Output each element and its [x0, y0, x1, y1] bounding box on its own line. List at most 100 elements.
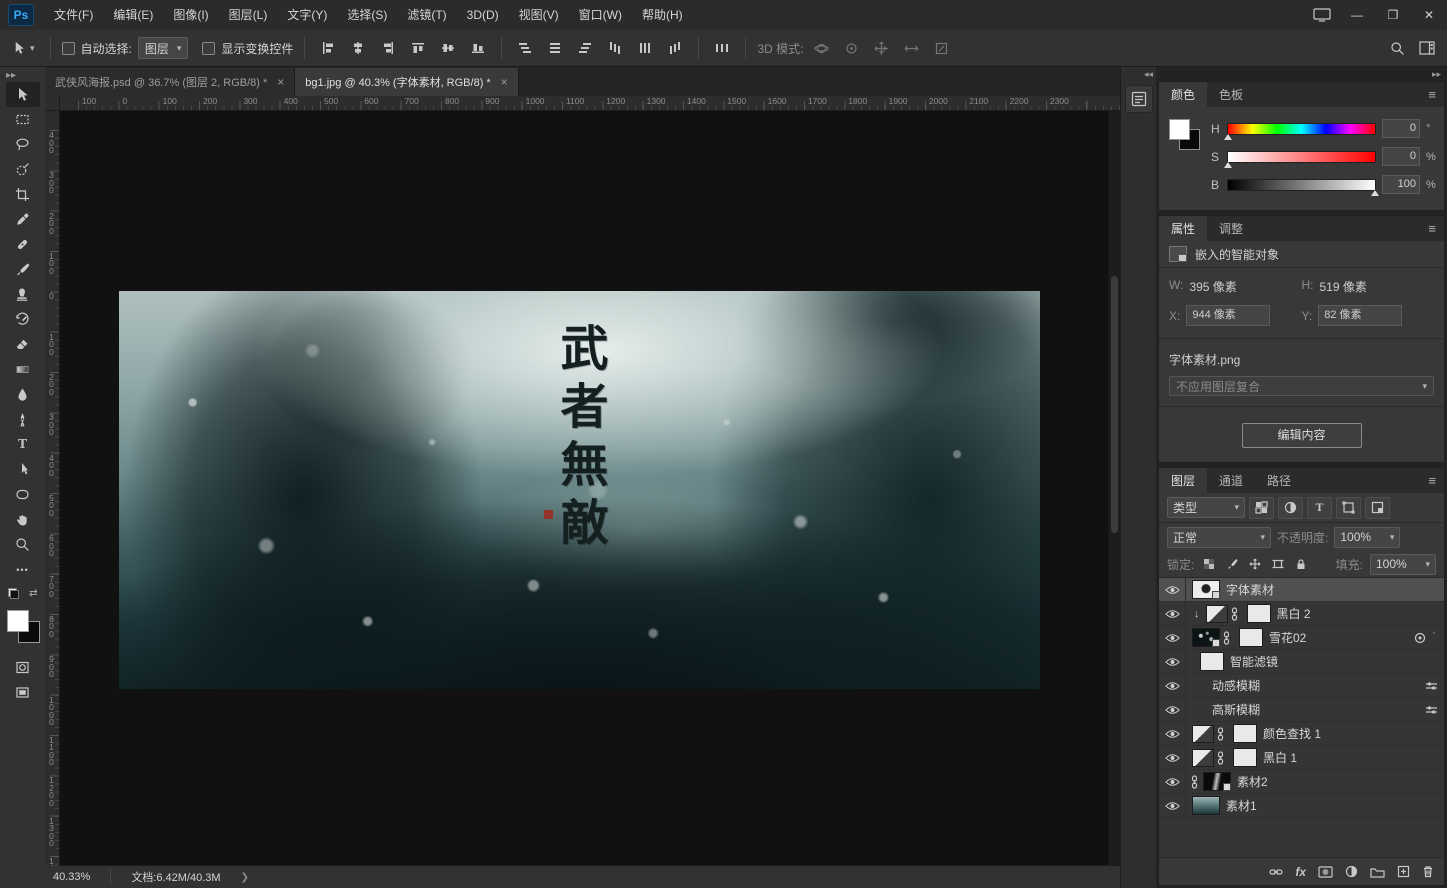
pen-tool[interactable]: [6, 407, 40, 432]
tab-properties[interactable]: 属性: [1159, 216, 1207, 241]
y-input[interactable]: 82 像素: [1318, 305, 1402, 326]
delete-layer-button[interactable]: [1422, 865, 1434, 878]
menu-help[interactable]: 帮助(H): [632, 0, 693, 30]
3d-roll-button[interactable]: [839, 36, 863, 60]
status-chevron-icon[interactable]: ❯: [241, 872, 249, 883]
app-frame-icon[interactable]: [1305, 0, 1339, 30]
x-input[interactable]: 944 像素: [1186, 305, 1270, 326]
layer-name[interactable]: 素材2: [1237, 773, 1268, 790]
layer-row-material-2[interactable]: 素材2: [1159, 770, 1444, 794]
tab-swatches[interactable]: 色板: [1207, 82, 1255, 107]
3d-rotate-button[interactable]: [809, 36, 833, 60]
layer-row-material-1[interactable]: 素材1: [1159, 794, 1444, 818]
3d-scale-button[interactable]: [929, 36, 953, 60]
layer-name[interactable]: 雪花02: [1269, 629, 1306, 646]
expand-dock-icon[interactable]: ▸▸: [1432, 69, 1441, 80]
quick-mask-button[interactable]: [6, 655, 40, 680]
layer-row-color-lookup-1[interactable]: 颜色查找 1: [1159, 722, 1444, 746]
window-minimize-button[interactable]: —: [1339, 0, 1375, 30]
menu-filter[interactable]: 滤镜(T): [397, 0, 456, 30]
clone-stamp-tool[interactable]: [6, 282, 40, 307]
layer-row-font-material[interactable]: 字体素材: [1159, 578, 1444, 602]
layer-name[interactable]: 字体素材: [1226, 581, 1274, 598]
filter-type-layers-button[interactable]: T: [1307, 497, 1332, 519]
auto-select-dropdown[interactable]: 图层 ▾: [138, 37, 189, 59]
panel-menu-icon[interactable]: ≡: [1420, 82, 1444, 107]
visibility-toggle[interactable]: [1159, 770, 1186, 793]
adjustment-thumbnail[interactable]: [1192, 749, 1214, 767]
align-middle-button[interactable]: [436, 36, 460, 60]
brightness-value[interactable]: 100: [1382, 175, 1420, 194]
brightness-slider[interactable]: [1227, 179, 1376, 191]
gradient-tool[interactable]: [6, 357, 40, 382]
layer-row-snow-02[interactable]: 雪花02 ＾: [1159, 626, 1444, 650]
smart-filters-header-row[interactable]: 智能滤镜: [1159, 650, 1444, 674]
align-right-button[interactable]: [376, 36, 400, 60]
layer-mask-thumbnail[interactable]: [1247, 604, 1271, 623]
distribute-middle-button[interactable]: [543, 36, 567, 60]
menu-view[interactable]: 视图(V): [509, 0, 569, 30]
visibility-toggle[interactable]: [1159, 650, 1186, 673]
document-tab-inactive[interactable]: 武侠风海报.psd @ 36.7% (图层 2, RGB/8) * ×: [45, 68, 295, 96]
canvas-image[interactable]: 武者無敵: [119, 291, 1040, 689]
filter-name[interactable]: 动感模糊: [1212, 677, 1260, 694]
window-close-button[interactable]: ✕: [1411, 0, 1447, 30]
saturation-value[interactable]: 0: [1382, 147, 1420, 166]
layer-name[interactable]: 黑白 1: [1263, 749, 1297, 766]
adjustment-thumbnail[interactable]: [1192, 725, 1214, 743]
history-brush-tool[interactable]: [6, 307, 40, 332]
brush-tool[interactable]: [6, 257, 40, 282]
layer-thumbnail[interactable]: [1203, 772, 1231, 791]
menu-window[interactable]: 窗口(W): [569, 0, 632, 30]
filter-name[interactable]: 高斯模糊: [1212, 701, 1260, 718]
visibility-toggle[interactable]: [1159, 698, 1186, 721]
visibility-toggle[interactable]: [1159, 626, 1186, 649]
visibility-toggle[interactable]: [1159, 746, 1186, 769]
layer-style-button[interactable]: fx: [1295, 865, 1306, 879]
search-button[interactable]: [1385, 36, 1409, 60]
tab-channels[interactable]: 通道: [1207, 468, 1255, 493]
slider-thumb[interactable]: [1224, 134, 1232, 140]
scrollbar-thumb[interactable]: [1111, 276, 1118, 533]
panel-menu-icon[interactable]: ≡: [1420, 216, 1444, 241]
blend-mode-dropdown[interactable]: 正常 ▾: [1167, 527, 1271, 548]
toolbar-expand-button[interactable]: ▸▸: [0, 69, 22, 82]
app-logo[interactable]: Ps: [8, 4, 34, 26]
screen-mode-button[interactable]: [6, 680, 40, 705]
swap-colors-button[interactable]: ⇄: [29, 588, 37, 599]
document-tab-active[interactable]: bg1.jpg @ 40.3% (字体素材, RGB/8) * ×: [295, 68, 518, 96]
lock-transparency-button[interactable]: [1201, 556, 1217, 572]
tab-adjustments[interactable]: 调整: [1207, 216, 1255, 241]
distribute-right-button[interactable]: [663, 36, 687, 60]
tab-paths[interactable]: 路径: [1255, 468, 1303, 493]
adjustment-thumbnail[interactable]: [1206, 605, 1228, 623]
layer-comp-dropdown[interactable]: 不应用图层复合 ▾: [1169, 376, 1434, 396]
foreground-color-swatch[interactable]: [7, 610, 29, 632]
close-tab-icon[interactable]: ×: [277, 75, 284, 89]
filter-kind-dropdown[interactable]: 类型 ▾: [1167, 497, 1245, 518]
layer-name[interactable]: 颜色查找 1: [1263, 725, 1321, 742]
collapse-dock-icon[interactable]: ◂◂: [1144, 69, 1153, 80]
canvas-area[interactable]: 1000100200300400500600700800900100011001…: [45, 96, 1120, 866]
lock-image-button[interactable]: [1224, 556, 1240, 572]
shape-tool[interactable]: [6, 482, 40, 507]
filter-blend-options-icon[interactable]: [1425, 705, 1438, 715]
type-tool[interactable]: T: [6, 432, 40, 457]
move-tool[interactable]: [6, 82, 40, 107]
dock-collapse-header[interactable]: ◂◂: [1121, 67, 1157, 81]
layer-thumbnail[interactable]: [1192, 580, 1220, 599]
marquee-tool[interactable]: [6, 107, 40, 132]
smart-filter-icon[interactable]: [1414, 632, 1426, 644]
layer-name[interactable]: 黑白 2: [1277, 605, 1311, 622]
menu-edit[interactable]: 编辑(E): [103, 0, 163, 30]
align-top-button[interactable]: [406, 36, 430, 60]
eyedropper-tool[interactable]: [6, 207, 40, 232]
blur-tool[interactable]: [6, 382, 40, 407]
menu-file[interactable]: 文件(F): [44, 0, 103, 30]
distribute-center-h-button[interactable]: [633, 36, 657, 60]
3d-slide-button[interactable]: [899, 36, 923, 60]
collapsed-panel-icon[interactable]: [1125, 85, 1153, 113]
align-bottom-button[interactable]: [466, 36, 490, 60]
default-colors-button[interactable]: [8, 588, 19, 599]
visibility-toggle[interactable]: [1159, 674, 1186, 697]
